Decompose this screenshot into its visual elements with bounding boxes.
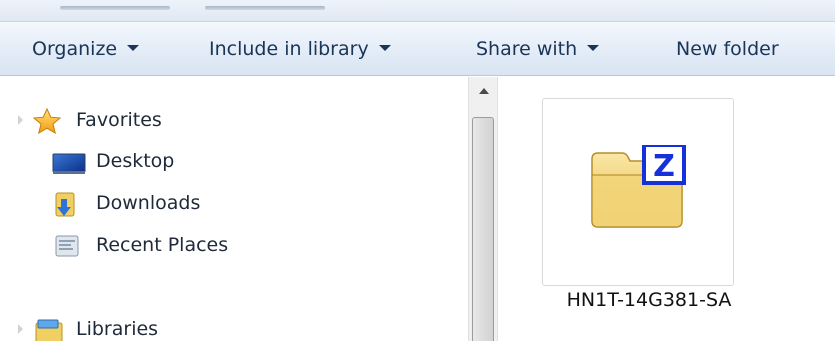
organize-button[interactable]: Organize <box>32 22 140 76</box>
nav-item-libraries[interactable]: Libraries <box>0 312 300 341</box>
new-folder-button[interactable]: New folder <box>676 22 779 76</box>
nav-item-label: Recent Places <box>96 234 229 256</box>
nav-item-recent-places[interactable]: Recent Places <box>0 228 300 262</box>
scroll-thumb[interactable] <box>472 117 494 341</box>
expand-arrow-icon[interactable] <box>18 115 23 125</box>
zip-badge-letter: Z <box>653 149 675 184</box>
arrow-up-icon <box>479 88 489 94</box>
chevron-down-icon <box>587 44 600 51</box>
libraries-icon <box>34 318 66 341</box>
strip-groove <box>60 6 170 10</box>
chevron-down-icon <box>127 44 140 51</box>
expand-arrow-icon[interactable] <box>18 324 23 334</box>
recent-places-icon <box>54 232 84 271</box>
nav-item-label: Downloads <box>96 192 201 214</box>
chevron-down-icon <box>378 44 391 51</box>
include-in-library-label: Include in library <box>209 38 369 60</box>
zipped-folder-icon: Z <box>588 143 688 233</box>
desktop-icon <box>52 152 86 186</box>
nav-item-label: Libraries <box>76 318 159 340</box>
star-icon <box>32 107 62 145</box>
new-folder-label: New folder <box>676 38 779 60</box>
share-with-button[interactable]: Share with <box>476 22 600 76</box>
include-in-library-button[interactable]: Include in library <box>209 22 391 76</box>
file-list-view: Z HN1T-14G381-SA <box>499 77 835 341</box>
command-toolbar: Organize Include in library Share with N… <box>0 22 835 76</box>
share-with-label: Share with <box>476 38 578 60</box>
nav-item-label: Favorites <box>76 109 162 131</box>
organize-label: Organize <box>32 38 118 60</box>
nav-pane-scrollbar[interactable] <box>468 77 498 341</box>
file-name-label[interactable]: HN1T-14G381-SA <box>519 289 779 311</box>
downloads-folder-icon <box>53 190 83 229</box>
file-item[interactable]: Z <box>542 98 734 286</box>
strip-groove <box>205 6 325 10</box>
nav-item-favorites[interactable]: Favorites <box>0 103 300 137</box>
nav-item-desktop[interactable]: Desktop <box>0 144 300 178</box>
address-bar-strip <box>0 0 835 22</box>
navigation-pane: Favorites Desktop Downloads Recent Place… <box>0 77 467 341</box>
nav-item-downloads[interactable]: Downloads <box>0 186 300 220</box>
scroll-up-button[interactable] <box>469 77 497 107</box>
nav-item-label: Desktop <box>96 150 175 172</box>
